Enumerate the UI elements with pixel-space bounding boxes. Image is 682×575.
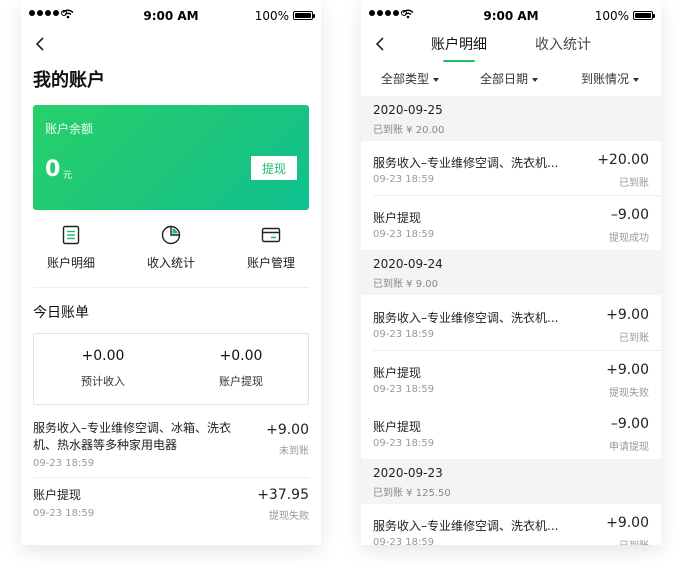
- quick-nav-account-detail[interactable]: 账户明细: [21, 224, 121, 271]
- date-group-header: 2020-09-23 已到账 ¥ 125.50: [361, 459, 661, 504]
- document-list-icon: [62, 225, 80, 245]
- bill-amount: +9.00: [266, 422, 309, 438]
- filter-type[interactable]: 全部类型: [381, 70, 440, 87]
- tab-income-stats[interactable]: 收入统计: [535, 34, 591, 54]
- group-date: 2020-09-25: [373, 103, 443, 117]
- date-group-header: 2020-09-25 已到账 ¥ 20.00: [361, 96, 661, 141]
- bill-amount: +37.95: [257, 487, 309, 503]
- tab-bar: 账户明细 收入统计: [361, 34, 661, 62]
- account-detail-screen: 9:00 AM 100% 账户明细 收入统计 全部类型 全部日期 到账情况 20…: [361, 0, 661, 545]
- tx-date: 09-23 18:59: [373, 229, 435, 240]
- balance-amount: 0: [45, 157, 61, 182]
- caret-down-icon: [433, 77, 440, 82]
- tx-date: 09-23 18:59: [373, 438, 435, 449]
- status-bar: 9:00 AM 100%: [21, 8, 321, 26]
- quick-nav-label: 账户管理: [246, 256, 295, 270]
- filter-type-label: 全部类型: [381, 72, 430, 86]
- filter-arrival-label: 到账情况: [581, 72, 630, 86]
- tx-date: 09-23 18:59: [373, 384, 435, 395]
- bill-row[interactable]: 账户提现 09-23 18:59 +37.95 提现失败: [33, 487, 309, 527]
- active-tab-indicator: [443, 60, 475, 62]
- status-bar: 9:00 AM 100%: [361, 8, 661, 26]
- balance-label: 账户余额: [45, 122, 94, 136]
- quick-nav-label: 账户明细: [46, 256, 95, 270]
- filter-bar: 全部类型 全部日期 到账情况: [361, 70, 661, 88]
- filter-date[interactable]: 全部日期: [480, 70, 539, 87]
- group-summary: 已到账 ¥ 9.00: [373, 279, 438, 290]
- withdraw-button[interactable]: 提现: [251, 156, 297, 180]
- transaction-row[interactable]: 服务收入–专业维修空调、洗衣机... 09-23 18:59 +9.00 已到账: [361, 504, 661, 545]
- bill-row[interactable]: 服务收入–专业维修空调、冰箱、洗衣机、热水器等多种家用电器 09-23 18:5…: [33, 420, 309, 470]
- tx-status: 提现成功: [609, 233, 649, 244]
- tx-title: 账户提现: [373, 420, 422, 434]
- tx-title: 服务收入–专业维修空调、洗衣机...: [373, 311, 559, 325]
- pie-chart-icon: [161, 225, 181, 245]
- tx-status: 已到账: [619, 537, 649, 545]
- tx-status: 已到账: [619, 178, 649, 189]
- bill-title: 账户提现: [33, 488, 82, 502]
- tx-date: 09-23 18:59: [373, 537, 435, 545]
- balance-unit: 元: [63, 171, 73, 181]
- tab-account-detail[interactable]: 账户明细: [431, 34, 487, 54]
- quick-nav: 账户明细 收入统计 账户管理: [21, 224, 321, 276]
- transaction-row[interactable]: 账户提现 09-23 18:59 –9.00 提现成功: [361, 196, 661, 250]
- back-chevron-icon[interactable]: [33, 36, 49, 52]
- bill-status: 未到账: [279, 446, 309, 457]
- page-title: 我的账户: [33, 70, 105, 91]
- account-withdraw-value: +0.00: [219, 348, 263, 364]
- tx-date: 09-23 18:59: [373, 174, 435, 185]
- today-bill-title: 今日账单: [33, 305, 89, 321]
- tx-amount: +9.00: [606, 362, 649, 378]
- caret-down-icon: [532, 77, 539, 82]
- tx-amount: +9.00: [606, 307, 649, 323]
- tx-title: 账户提现: [373, 366, 422, 380]
- quick-nav-account-manage[interactable]: 账户管理: [221, 224, 321, 271]
- expected-income-value: +0.00: [81, 348, 125, 364]
- expected-income-label: 预计收入: [81, 375, 125, 388]
- group-summary: 已到账 ¥ 20.00: [373, 125, 445, 136]
- tx-amount: –9.00: [610, 207, 649, 223]
- bill-status: 提现失败: [269, 511, 309, 522]
- transaction-row[interactable]: 服务收入–专业维修空调、洗衣机... 09-23 18:59 +9.00 已到账: [361, 296, 661, 350]
- filter-date-label: 全部日期: [480, 72, 529, 86]
- battery-icon: [293, 11, 315, 20]
- bill-date: 09-23 18:59: [33, 508, 95, 519]
- bill-date: 09-23 18:59: [33, 458, 95, 469]
- group-date: 2020-09-24: [373, 257, 443, 271]
- tx-status: 已到账: [619, 333, 649, 344]
- tx-title: 服务收入–专业维修空调、洗衣机...: [373, 519, 559, 533]
- bill-title: 服务收入–专业维修空调、冰箱、洗衣机、热水器等多种家用电器: [33, 421, 232, 452]
- transaction-row[interactable]: 服务收入–专业维修空调、洗衣机... 09-23 18:59 +20.00 已到…: [361, 141, 661, 195]
- tx-title: 服务收入–专业维修空调、洗衣机...: [373, 156, 559, 170]
- account-withdraw: +0.00 账户提现: [172, 334, 310, 389]
- group-date: 2020-09-23: [373, 466, 443, 480]
- quick-nav-income-stats[interactable]: 收入统计: [121, 224, 221, 271]
- expected-income: +0.00 预计收入: [34, 334, 172, 389]
- filter-arrival[interactable]: 到账情况: [581, 70, 640, 87]
- transaction-row[interactable]: 账户提现 09-23 18:59 –9.00 申请提现: [361, 405, 661, 459]
- battery-percent: 100%: [254, 9, 289, 23]
- balance-card: 账户余额 0 元 提现: [33, 105, 309, 210]
- tx-amount: –9.00: [610, 416, 649, 432]
- tx-status: 申请提现: [609, 442, 649, 453]
- divider: [33, 287, 309, 288]
- quick-nav-label: 收入统计: [146, 256, 195, 270]
- today-summary: +0.00 预计收入 +0.00 账户提现: [33, 333, 309, 405]
- transaction-row[interactable]: 账户提现 09-23 18:59 +9.00 提现失败: [361, 351, 661, 405]
- caret-down-icon: [633, 77, 640, 82]
- tx-amount: +9.00: [606, 515, 649, 531]
- account-withdraw-label: 账户提现: [219, 375, 263, 388]
- card-icon: [261, 227, 281, 243]
- battery-icon: [633, 11, 655, 20]
- divider: [33, 477, 309, 478]
- tx-status: 提现失败: [609, 388, 649, 399]
- group-summary: 已到账 ¥ 125.50: [373, 488, 451, 499]
- date-group-header: 2020-09-24 已到账 ¥ 9.00: [361, 250, 661, 295]
- tx-amount: +20.00: [597, 152, 649, 168]
- tx-date: 09-23 18:59: [373, 329, 435, 340]
- account-screen: 9:00 AM 100% 我的账户 账户余额 0 元 提现 账户明细 收入统计 …: [21, 0, 321, 545]
- battery-percent: 100%: [594, 9, 629, 23]
- tx-title: 账户提现: [373, 211, 422, 225]
